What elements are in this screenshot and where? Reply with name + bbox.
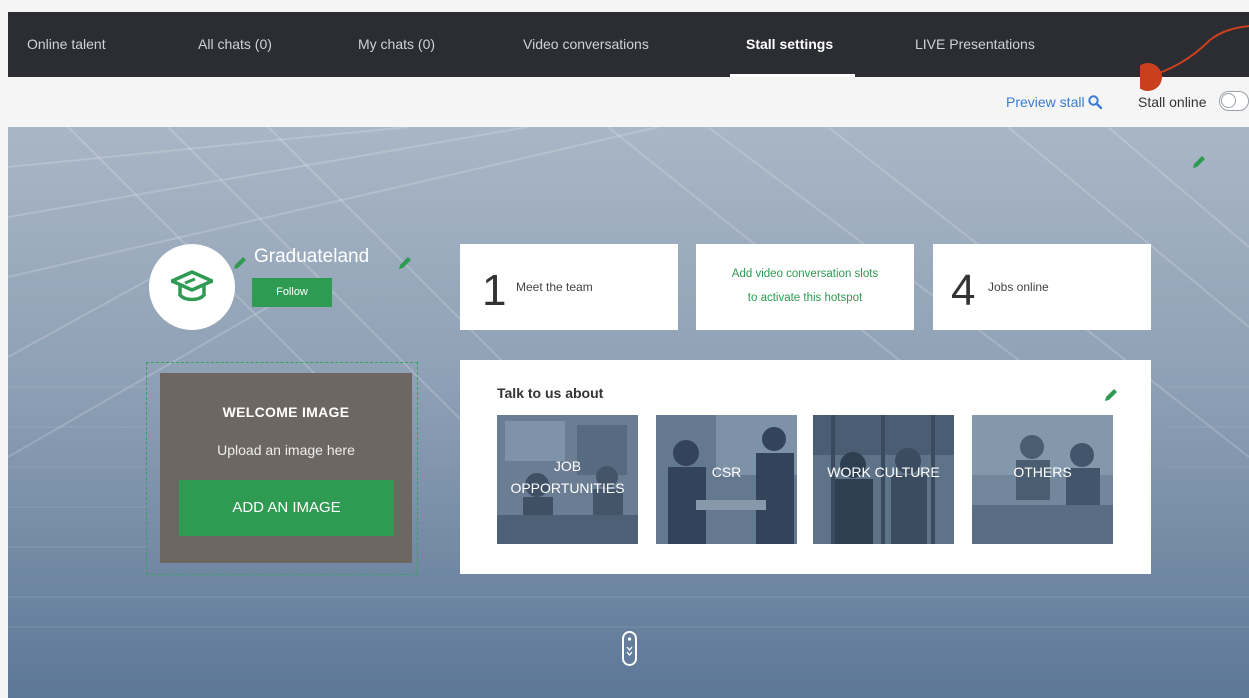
stall-online-toggle[interactable]	[1219, 91, 1249, 111]
tab-video-conversations[interactable]: Video conversations	[523, 36, 649, 52]
edit-background-pencil-icon[interactable]	[1191, 154, 1207, 170]
follow-button[interactable]: Follow	[252, 278, 332, 307]
toggle-knob	[1221, 93, 1236, 108]
active-tab-indicator	[730, 74, 855, 77]
video-slots-line2: to activate this hotspot	[747, 292, 863, 304]
company-name: Graduateland	[254, 246, 370, 267]
topic-label-line1: JOB	[553, 458, 582, 474]
edit-name-pencil-icon[interactable]	[397, 255, 413, 271]
talk-to-us-heading: Talk to us about	[497, 385, 604, 401]
tab-stall-settings[interactable]: Stall settings	[746, 36, 833, 52]
top-navigation: Online talent All chats (0) My chats (0)…	[8, 12, 1249, 77]
topic-label: CSR	[711, 464, 742, 480]
topic-label: OTHERS	[1013, 464, 1072, 480]
topic-others[interactable]: OTHERS	[972, 415, 1113, 544]
meet-the-team-card[interactable]: 1 Meet the team	[460, 244, 678, 330]
tab-live-presentations[interactable]: LIVE Presentations	[915, 36, 1035, 52]
stall-online-label: Stall online	[1138, 94, 1207, 110]
preview-stall-link[interactable]: Preview stall	[1006, 94, 1103, 110]
topic-label-line2: OPPORTUNITIES	[510, 480, 625, 496]
tab-all-chats[interactable]: All chats (0)	[198, 36, 272, 52]
edit-topics-pencil-icon[interactable]	[1103, 387, 1119, 403]
meet-the-team-label: Meet the team	[516, 280, 593, 294]
team-count: 1	[482, 266, 507, 315]
search-icon	[1088, 94, 1103, 110]
topic-label: WORK CULTURE	[827, 464, 940, 480]
company-logo	[149, 244, 235, 330]
jobs-online-card[interactable]: 4 Jobs online	[933, 244, 1151, 330]
edit-logo-pencil-icon[interactable]	[232, 255, 248, 271]
tab-online-talent[interactable]: Online talent	[27, 36, 106, 52]
preview-stall-label: Preview stall	[1006, 94, 1085, 110]
jobs-online-label: Jobs online	[988, 280, 1049, 294]
graduation-cap-icon	[171, 270, 213, 302]
jobs-count: 4	[951, 266, 976, 315]
annotation-pointer	[1140, 25, 1249, 91]
talk-to-us-panel: Talk to us about JOB OPPORTUNITIES CSR W…	[460, 360, 1151, 574]
video-slots-line1: Add video conversation slots	[731, 268, 879, 280]
welcome-image-panel: WELCOME IMAGE Upload an image here ADD A…	[160, 373, 412, 563]
tab-my-chats[interactable]: My chats (0)	[358, 36, 435, 52]
topic-job-opportunities[interactable]: JOB OPPORTUNITIES	[497, 415, 638, 544]
annotation-dot	[1140, 63, 1162, 91]
add-image-button[interactable]: ADD AN IMAGE	[179, 480, 394, 536]
scroll-arrows	[626, 637, 633, 657]
video-conversation-card[interactable]: Add video conversation slots to activate…	[696, 244, 914, 330]
scroll-mouse-icon[interactable]	[622, 631, 637, 666]
topic-work-culture[interactable]: WORK CULTURE	[813, 415, 954, 544]
welcome-image-subtitle: Upload an image here	[217, 442, 355, 458]
topic-csr[interactable]: CSR	[656, 415, 797, 544]
welcome-image-title: WELCOME IMAGE	[222, 404, 350, 420]
